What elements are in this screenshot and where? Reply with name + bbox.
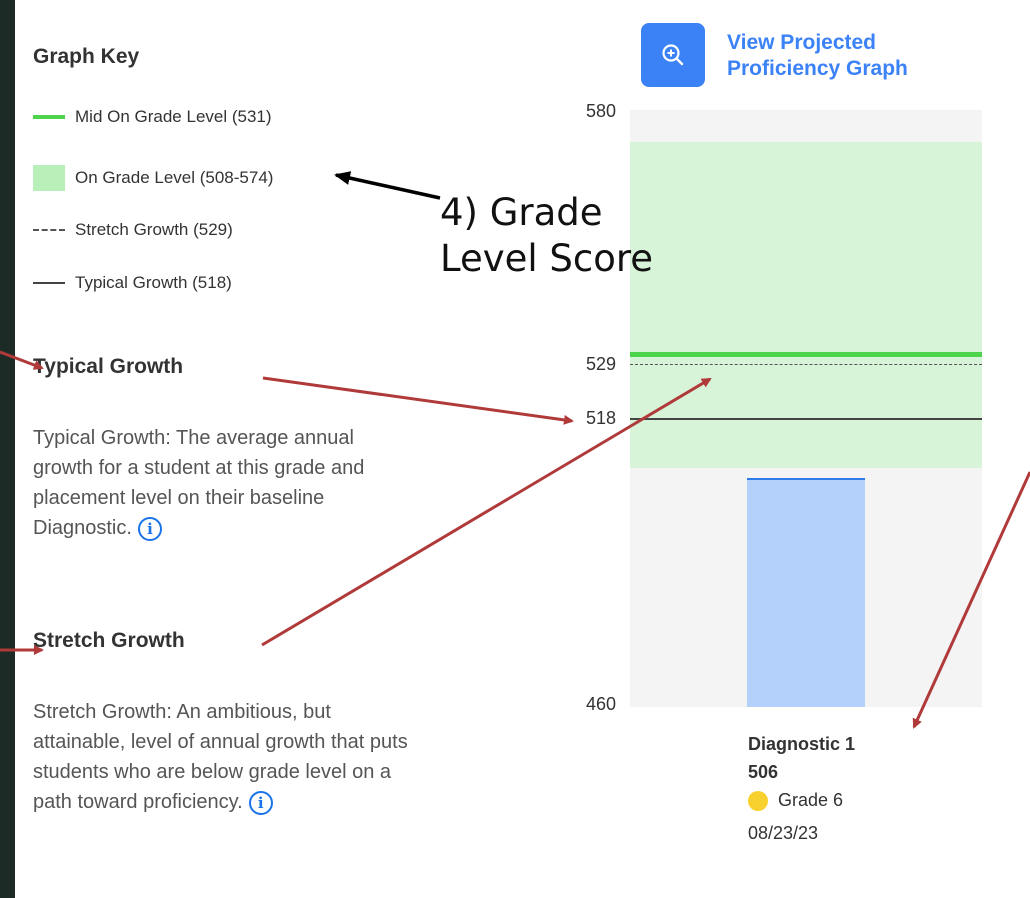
arrow-to-typical-line [262, 376, 574, 425]
arrow-to-stretch-line [261, 377, 712, 647]
arrow-to-typical-title [0, 350, 44, 370]
arrow-to-diagnostic [912, 471, 1030, 729]
annotation-arrows [0, 171, 1030, 729]
arrow-to-key [334, 171, 441, 200]
